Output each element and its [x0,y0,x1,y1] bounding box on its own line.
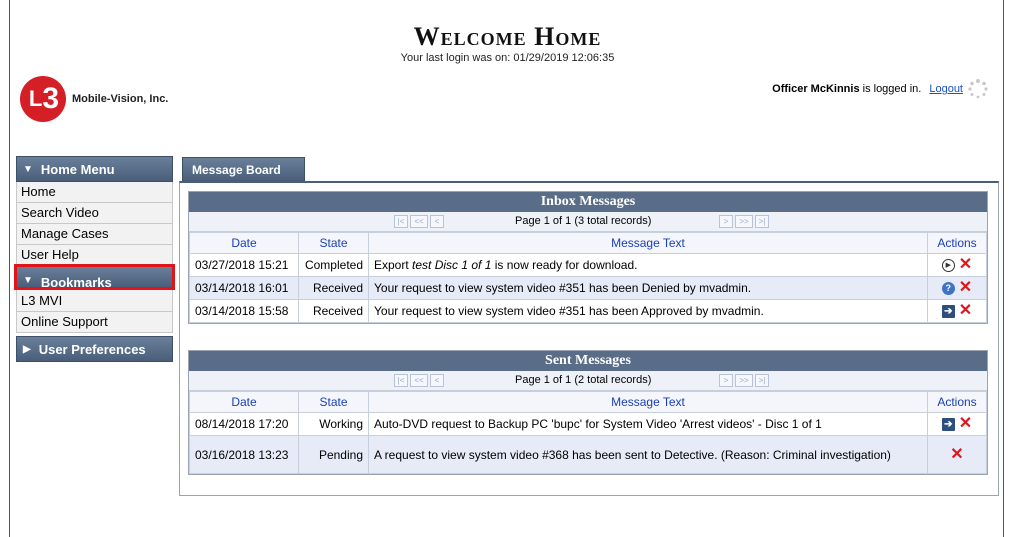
triangle-down-icon: ▼ [23,275,33,286]
prev-page-icon[interactable]: < [430,374,444,387]
l3-logo-icon: L3 [20,76,66,122]
next-page-icon[interactable]: > [719,374,733,387]
table-row: 03/16/2018 13:23 Pending A request to vi… [189,435,987,474]
first-page-icon[interactable]: |< [394,374,408,387]
delete-icon[interactable]: ✕ [959,280,972,296]
delete-icon[interactable]: ✕ [959,416,972,432]
home-menu-header[interactable]: ▼ Home Menu [16,156,173,182]
loading-spinner-icon [968,79,988,99]
next-page-icon[interactable]: > [719,215,733,228]
go-arrow-icon[interactable]: ➔ [941,417,955,431]
column-actions: Actions [927,232,987,254]
last-login-text: Your last login was on: 01/29/2019 12:06… [400,52,615,64]
prev-page-icon[interactable]: < [430,215,444,228]
message-text: A request to view system video #368 has … [368,435,928,474]
inbox-pager: |< << < Page 1 of 1 (3 total records) > … [189,212,987,232]
column-date[interactable]: Date [189,391,299,413]
message-text: Auto-DVD request to Backup PC 'bupc' for… [368,412,928,436]
table-row: 03/14/2018 15:58 Received Your request t… [189,299,987,323]
help-icon[interactable]: ? [941,281,955,295]
next-ten-icon[interactable]: >> [735,374,753,387]
table-row: 03/27/2018 15:21 Completed Export test D… [189,253,987,277]
inbox-table: Date State Message Text Actions 03/27/20… [189,232,987,323]
prev-ten-icon[interactable]: << [410,374,428,387]
delete-icon[interactable]: ✕ [959,257,972,273]
inbox-page-info: Page 1 of 1 (3 total records) [515,215,652,227]
last-page-icon[interactable]: >| [755,374,769,387]
message-board-panel: Inbox Messages |< << < Page 1 of 1 (3 to… [179,181,999,496]
sent-messages: Sent Messages |< << < Page 1 of 1 (2 tot… [188,350,988,475]
delete-icon[interactable]: ✕ [950,446,963,463]
next-ten-icon[interactable]: >> [735,215,753,228]
sent-page-info: Page 1 of 1 (2 total records) [515,374,652,386]
sidebar-item-online-support[interactable]: Online Support [16,312,173,333]
sent-table: Date State Message Text Actions 08/14/20… [189,391,987,474]
column-message-text[interactable]: Message Text [368,391,928,413]
table-row: 08/14/2018 17:20 Working Auto-DVD reques… [189,412,987,436]
sent-pager: |< << < Page 1 of 1 (2 total records) > … [189,371,987,391]
sidebar: ▼ Home Menu Home Search Video Manage Cas… [14,156,175,362]
last-page-icon[interactable]: >| [755,215,769,228]
go-arrow-icon[interactable]: ➔ [941,304,955,318]
sidebar-item-l3-mvi[interactable]: L3 MVI [16,288,173,312]
play-icon[interactable]: ▶ [941,258,955,272]
sent-title: Sent Messages [189,351,987,371]
inbox-messages: Inbox Messages |< << < Page 1 of 1 (3 to… [188,191,988,324]
sidebar-item-home[interactable]: Home [16,182,173,203]
table-row: 03/14/2018 16:01 Received Your request t… [189,276,987,300]
logged-in-text: is logged in. [862,83,922,95]
company-name: Mobile-Vision, Inc. [72,93,169,105]
bookmarks-header[interactable]: ▼ Bookmarks [14,264,175,290]
sidebar-item-user-help[interactable]: User Help [16,245,173,266]
column-state[interactable]: State [298,391,369,413]
sidebar-item-manage-cases[interactable]: Manage Cases [16,224,173,245]
app-frame: L3 Mobile-Vision, Inc. Welcome Home Your… [9,0,1004,537]
message-text: Your request to view system video #351 h… [368,299,928,323]
prev-ten-icon[interactable]: << [410,215,428,228]
logout-link[interactable]: Logout [929,83,963,95]
delete-icon[interactable]: ✕ [959,303,972,319]
column-state[interactable]: State [298,232,369,254]
page-title: Welcome Home [413,22,602,51]
user-preferences-header[interactable]: ▶ User Preferences [16,336,173,362]
column-actions: Actions [927,391,987,413]
sidebar-item-search-video[interactable]: Search Video [16,203,173,224]
inbox-title: Inbox Messages [189,192,987,212]
message-text: Export test Disc 1 of 1 is now ready for… [368,253,928,277]
company-logo: L3 Mobile-Vision, Inc. [20,76,168,122]
user-name: Officer McKinnis [772,83,860,95]
tab-message-board[interactable]: Message Board [182,157,305,182]
login-status: Officer McKinnis is logged in. Logout [772,83,963,95]
message-text: Your request to view system video #351 h… [368,276,928,300]
first-page-icon[interactable]: |< [394,215,408,228]
triangle-down-icon: ▼ [23,163,33,175]
column-date[interactable]: Date [189,232,299,254]
triangle-right-icon: ▶ [23,343,31,355]
column-message-text[interactable]: Message Text [368,232,928,254]
